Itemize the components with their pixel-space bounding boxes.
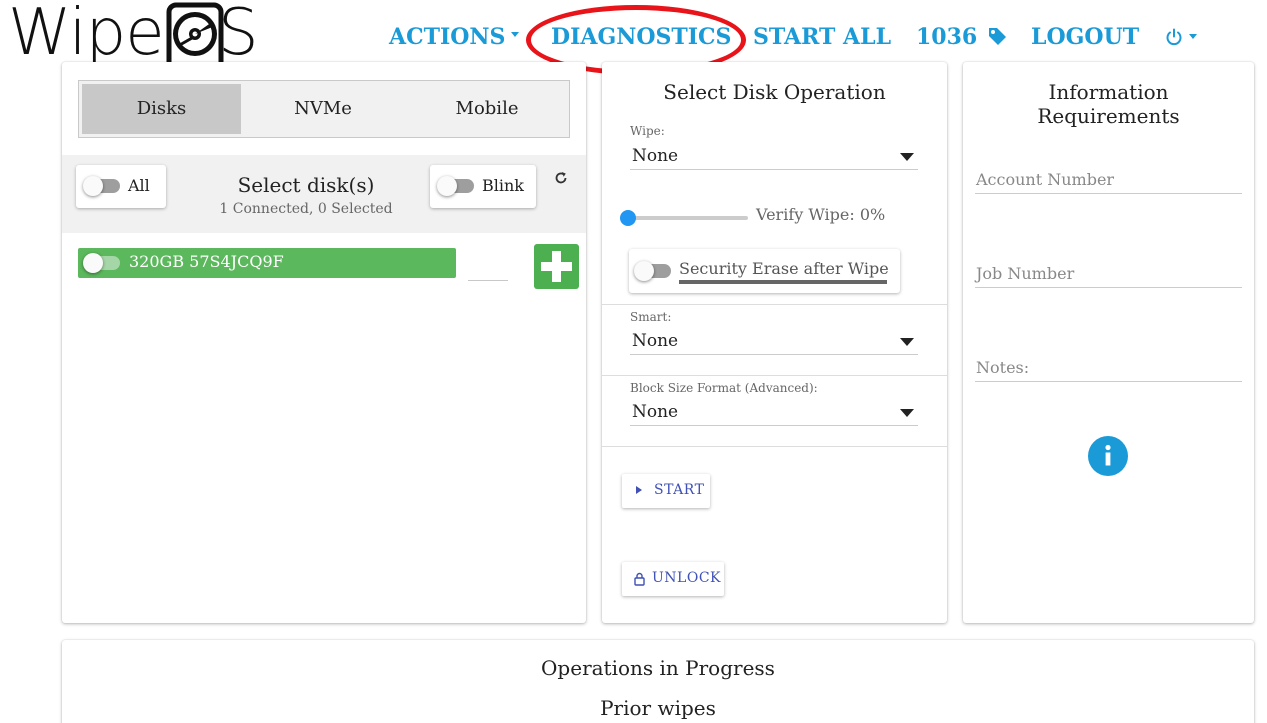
wipe-select-value: None (632, 146, 679, 166)
disks-panel: Disks NVMe Mobile All Select disk(s) 1 C… (62, 62, 586, 623)
disk-status-text: 1 Connected, 0 Selected (219, 201, 393, 217)
start-all-label: START ALL (753, 24, 892, 50)
prior-wipes-title: Prior wipes (600, 696, 716, 720)
smart-label: Smart: (630, 310, 672, 324)
start-all-link[interactable]: START ALL (753, 24, 891, 50)
smart-select-value: None (632, 331, 679, 351)
information-requirements-panel: Information Requirements Account Number … (963, 62, 1254, 623)
license-count-value: 1036 (916, 24, 978, 50)
disk-select-switch[interactable] (83, 253, 120, 273)
security-erase-toggle[interactable]: Security Erase after Wipe (629, 249, 900, 293)
start-button[interactable]: START (622, 474, 710, 508)
operation-title: Select Disk Operation (663, 80, 886, 104)
logout-link[interactable]: LOGOUT (1031, 24, 1139, 50)
info-title: Information Requirements (963, 80, 1254, 128)
unlock-button[interactable]: UNLOCK (622, 562, 724, 596)
license-count-link[interactable]: 1036 (916, 24, 1007, 50)
play-icon (636, 486, 642, 494)
notes-field[interactable]: Notes: (975, 354, 1242, 382)
select-disks-title: Select disk(s) (237, 173, 375, 197)
disk-select-bar: All Select disk(s) 1 Connected, 0 Select… (62, 155, 586, 233)
refresh-icon[interactable] (554, 171, 568, 185)
blink-switch[interactable] (437, 176, 474, 196)
operations-in-progress-title: Operations in Progress (541, 656, 775, 680)
unlock-button-label: UNLOCK (652, 570, 721, 586)
disk-operation-panel: Select Disk Operation Wipe: None Verify … (602, 62, 947, 623)
actions-menu-label: ACTIONS (389, 24, 506, 50)
select-all-switch[interactable] (83, 176, 120, 196)
lock-icon (634, 572, 645, 586)
select-all-label: All (128, 176, 150, 195)
block-size-label: Block Size Format (Advanced): (630, 381, 818, 395)
security-erase-label: Security Erase after Wipe (679, 259, 889, 278)
start-button-label: START (654, 482, 705, 498)
wipe-select[interactable]: None (630, 144, 918, 170)
block-size-select-value: None (632, 402, 679, 422)
section-divider (602, 304, 947, 305)
verify-slider-track[interactable] (628, 216, 748, 220)
verify-wipe-label: Verify Wipe: 0% (756, 205, 886, 224)
security-erase-switch[interactable] (634, 261, 671, 281)
dropdown-arrow-icon (900, 153, 914, 161)
chevron-down-icon (1189, 33, 1197, 39)
disk-type-tabs: Disks NVMe Mobile (78, 80, 570, 138)
verify-slider-thumb[interactable] (620, 210, 636, 226)
blink-toggle[interactable]: Blink (430, 165, 536, 208)
diagnostics-link-label: DIAGNOSTICS (551, 24, 732, 50)
disk-item[interactable]: 320GB 57S4JCQ9F (78, 248, 456, 278)
job-number-placeholder: Job Number (976, 264, 1075, 283)
diagnostics-link[interactable]: DIAGNOSTICS (551, 24, 731, 50)
info-glyph (1105, 444, 1111, 466)
security-erase-underline (679, 280, 887, 284)
block-size-select[interactable]: None (630, 400, 918, 426)
actions-menu[interactable]: ACTIONS (389, 24, 520, 50)
section-divider (602, 446, 947, 447)
power-menu[interactable] (1165, 28, 1197, 54)
smart-select[interactable]: None (630, 329, 918, 355)
add-disk-button[interactable] (534, 244, 579, 289)
info-title-line2: Requirements (1037, 104, 1180, 128)
blink-label: Blink (482, 176, 524, 195)
wipe-label: Wipe: (630, 124, 665, 138)
account-number-field[interactable]: Account Number (975, 166, 1242, 194)
account-number-placeholder: Account Number (976, 170, 1115, 189)
notes-placeholder: Notes: (976, 358, 1030, 377)
job-number-field[interactable]: Job Number (975, 260, 1242, 288)
tab-disks[interactable]: Disks (82, 84, 241, 134)
plus-icon (541, 251, 572, 282)
select-all-toggle[interactable]: All (76, 165, 166, 208)
dropdown-arrow-icon (900, 409, 914, 417)
info-title-line1: Information (1048, 80, 1169, 104)
chevron-down-icon (511, 31, 520, 37)
disk-input-underline (468, 280, 508, 281)
tag-icon (988, 28, 1006, 45)
power-icon (1166, 28, 1182, 46)
operations-progress-panel: Operations in Progress Prior wipes (62, 640, 1254, 723)
info-icon[interactable] (1088, 436, 1128, 476)
tab-mobile[interactable]: Mobile (405, 84, 569, 134)
logout-label: LOGOUT (1031, 24, 1140, 50)
disk-label: 320GB 57S4JCQ9F (129, 252, 284, 271)
tab-nvme[interactable]: NVMe (241, 84, 405, 134)
dropdown-arrow-icon (900, 338, 914, 346)
section-divider (602, 375, 947, 376)
